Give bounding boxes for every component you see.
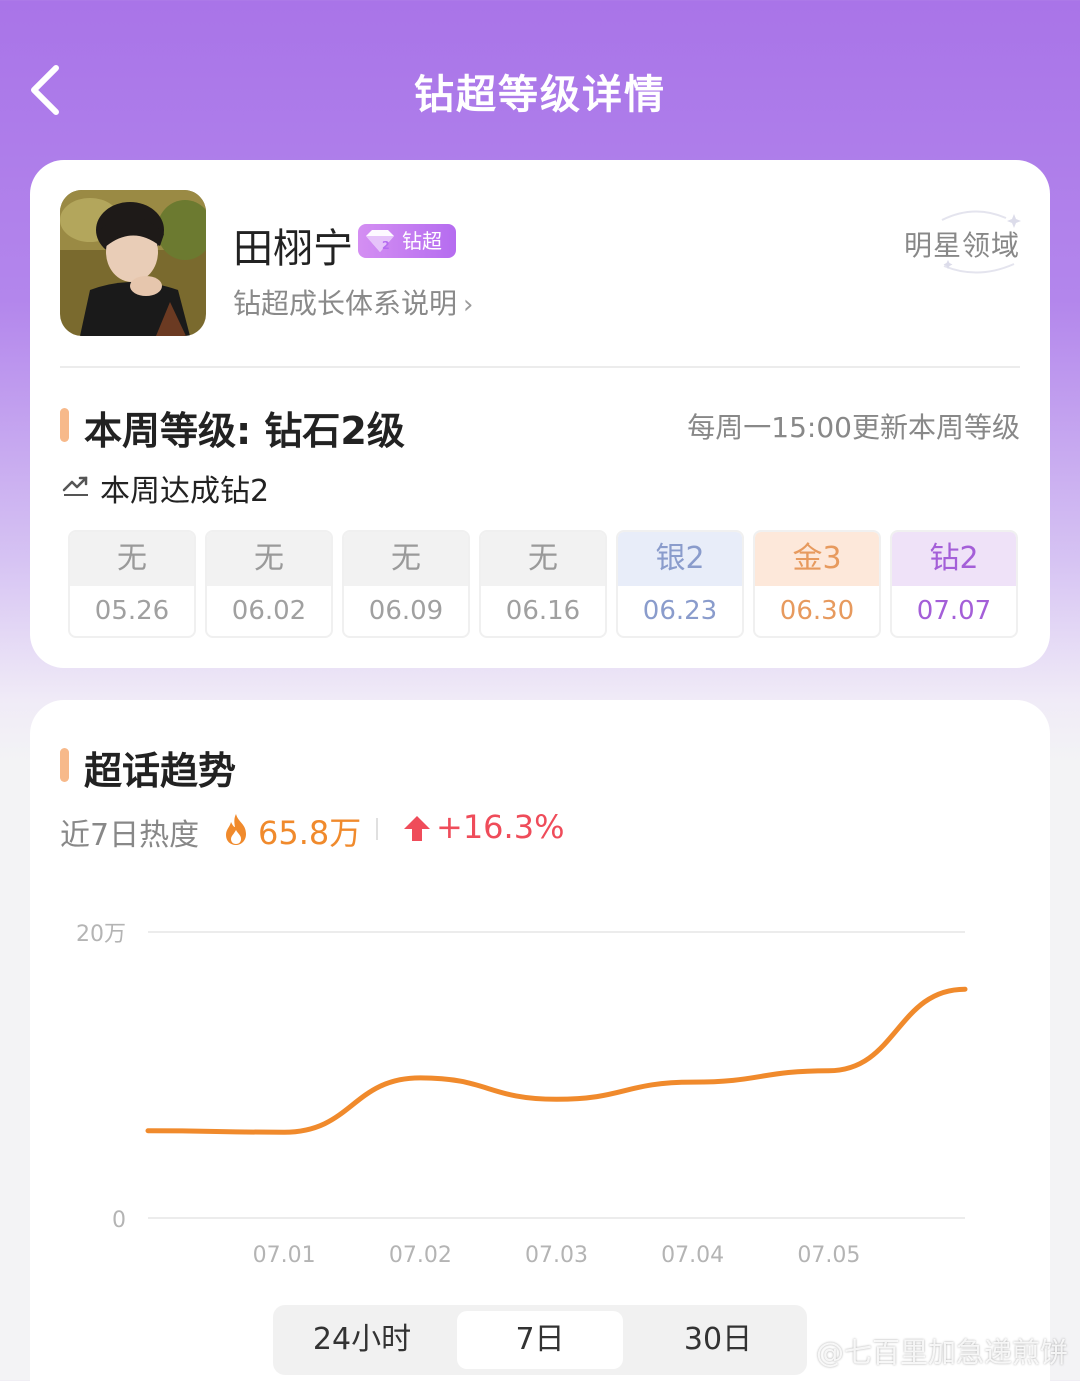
update-note: 每周一15:00更新本周等级 (687, 411, 1020, 444)
level-date: 06.30 (779, 596, 855, 626)
level-history-item: 银2 06.23 (616, 530, 744, 638)
level-value: 银2 (618, 532, 742, 586)
trend-up-icon (62, 476, 88, 496)
heat-value: 65.8万 (258, 814, 362, 852)
level-history-item: 金3 06.30 (753, 530, 881, 638)
level-history-item: 无 06.09 (342, 530, 470, 638)
level-date: 05.26 (94, 596, 170, 626)
level-date: 06.09 (368, 596, 444, 626)
level-history-item: 无 06.16 (479, 530, 607, 638)
avatar[interactable] (60, 190, 206, 336)
y-tick-label: 0 (112, 1208, 126, 1233)
page-title: 钻超等级详情 (414, 72, 666, 118)
fire-icon (226, 814, 246, 845)
weekly-level-title: 本周等级: 钻石2级 (84, 409, 405, 453)
weekly-achievement: 本周达成钻2 (100, 474, 270, 509)
y-tick-label: 20万 (76, 922, 126, 947)
level-value: 金3 (755, 532, 879, 586)
section-accent-bar (60, 748, 69, 782)
top-bar: 钻超等级详情 (0, 0, 1080, 160)
heat-trend-chart[interactable]: 0 20万 07.01 07.02 07.03 07.04 07.05 (30, 900, 1050, 1280)
watermark: @七百里加急递煎饼 (815, 1336, 1068, 1369)
divider (60, 366, 1020, 368)
level-value: 钻2 (892, 532, 1016, 586)
level-value: 无 (344, 532, 468, 586)
heat-change: +16.3% (436, 808, 565, 846)
arrow-up-icon (404, 816, 430, 841)
level-history-item: 无 05.26 (68, 530, 196, 638)
diamond-icon: 2 (366, 230, 394, 252)
chevron-right-icon: › (463, 290, 474, 320)
x-tick-label: 07.04 (661, 1243, 724, 1268)
tab-7d[interactable]: 7日 (457, 1311, 623, 1369)
x-tick-label: 07.01 (253, 1243, 316, 1268)
growth-link-label: 钻超成长体系说明 (233, 287, 458, 320)
svg-text:2: 2 (382, 239, 390, 252)
x-tick-label: 07.05 (797, 1243, 860, 1268)
level-history-item: 钻2 07.07 (890, 530, 1018, 638)
level-card: 田栩宁 2 钻超 钻超成长体系说明 › 明星领域 本周等级: 钻石2级 每周一15… (30, 160, 1050, 668)
level-history-item: 无 06.02 (205, 530, 333, 638)
trend-card: 超话趋势 近7日热度 65.8万 +16.3% 0 20万 07.01 07.02 07… (30, 700, 1050, 1381)
heat-label: 近7日热度 (60, 818, 200, 853)
growth-system-link[interactable]: 钻超成长体系说明 › (233, 282, 473, 322)
level-value: 无 (207, 532, 331, 586)
star-name: 田栩宁 (233, 226, 353, 272)
level-date: 06.16 (505, 596, 581, 626)
diamond-badge: 2 钻超 (358, 224, 456, 258)
trend-title: 超话趋势 (84, 749, 237, 793)
weekly-level-history: 无 05.26 无 06.02 无 06.09 无 06.16 银2 06.23… (68, 530, 1020, 638)
level-date: 06.23 (642, 596, 718, 626)
level-value: 无 (481, 532, 605, 586)
level-date: 07.07 (916, 596, 992, 626)
level-value: 无 (70, 532, 194, 586)
star-domain-label[interactable]: 明星领域 (904, 224, 1020, 264)
series-line (145, 986, 968, 1135)
x-tick-label: 07.03 (525, 1243, 588, 1268)
x-tick-label: 07.02 (389, 1243, 452, 1268)
section-accent-bar (60, 408, 69, 442)
badge-label: 钻超 (402, 229, 442, 253)
avatar-image (60, 190, 206, 336)
tab-24h[interactable]: 24小时 (279, 1311, 445, 1369)
tab-30d[interactable]: 30日 (635, 1311, 801, 1369)
separator (376, 818, 378, 840)
level-date: 06.02 (231, 596, 307, 626)
time-range-tabs: 24小时 7日 30日 (273, 1305, 807, 1375)
